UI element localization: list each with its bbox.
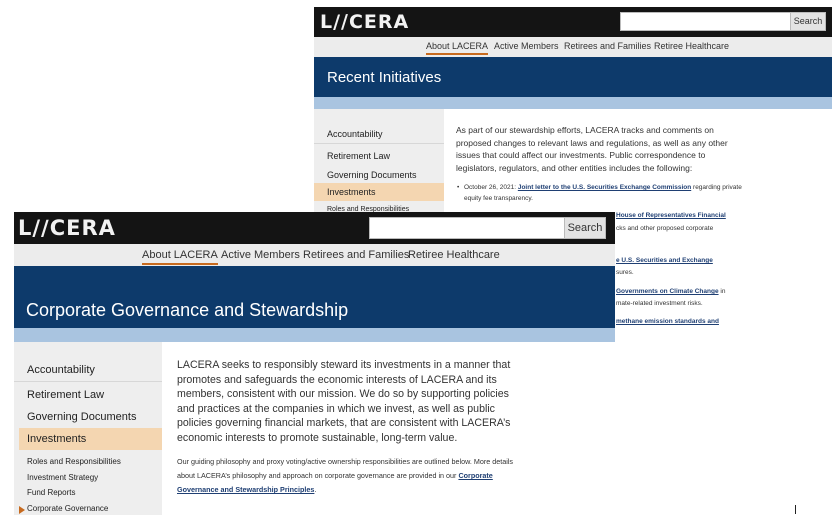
guiding-philosophy-paragraph: Our guiding philosophy and proxy voting/… [177, 457, 514, 494]
page-banner: Recent Initiatives [314, 57, 832, 97]
search-input[interactable] [620, 12, 797, 31]
main-nav: About LACERA Active Members Retirees and… [314, 37, 832, 57]
sidebar-item-accountability[interactable]: Accountability [27, 364, 95, 376]
sidebar-subitem-roles[interactable]: Roles and Responsibilities [27, 457, 121, 466]
nav-active-members[interactable]: Active Members [494, 41, 559, 51]
header-bar: L/∕CERA Search [314, 7, 832, 37]
peek-line: cks and other proposed corporate [616, 225, 714, 232]
header-bar: L/∕CERA Search [14, 212, 615, 244]
intro-paragraph: As part of our stewardship efforts, LACE… [456, 125, 728, 173]
page-banner: Corporate Governance and Stewardship [14, 266, 615, 328]
sec-link[interactable]: e U.S. Securities and Exchange [616, 257, 713, 264]
sidebar-subitem-corporate-governance[interactable]: Corporate Governance [18, 504, 108, 514]
banner-stripe [314, 97, 832, 109]
nav-about[interactable]: About LACERA [142, 249, 218, 265]
banner-stripe [14, 328, 615, 342]
bullet-dot: • [457, 184, 460, 191]
sidebar-item-retirement-law[interactable]: Retirement Law [327, 151, 390, 161]
nav-retirees[interactable]: Retirees and Families [303, 249, 409, 261]
sidebar-item-investments[interactable]: Investments [19, 428, 162, 450]
sidebar-item-governing-documents[interactable]: Governing Documents [27, 411, 136, 423]
lacera-logo[interactable]: L/∕CERA [18, 216, 116, 240]
page-title: Corporate Governance and Stewardship [26, 300, 349, 320]
search-button[interactable]: Search [790, 12, 826, 31]
main-nav: About LACERA Active Members Retirees and… [14, 244, 615, 266]
bullet-item: • October 26, 2021: Joint letter to the … [457, 184, 742, 202]
lacera-logo[interactable]: L/∕CERA [320, 11, 409, 33]
peek-line: e U.S. Securities and Exchange [616, 257, 713, 264]
sidebar-subitem-fund-reports[interactable]: Fund Reports [27, 488, 75, 497]
peek-line: methane emission standards and [616, 318, 719, 325]
search-input[interactable] [369, 217, 569, 239]
page-title: Recent Initiatives [327, 69, 442, 86]
foreground-screenshot: L/∕CERA Search About LACERA Active Membe… [14, 212, 615, 515]
sidebar-item-investments[interactable]: Investments [314, 183, 444, 201]
peek-line: House of Representatives Financial [616, 212, 726, 219]
intro-paragraph: LACERA seeks to responsibly steward its … [177, 359, 511, 444]
methane-link[interactable]: methane emission standards and [616, 318, 719, 325]
divider [314, 143, 444, 144]
nav-healthcare[interactable]: Retiree Healthcare [408, 249, 500, 261]
peek-line: sures. [616, 269, 634, 276]
sidebar: Accountability Retirement Law Governing … [14, 342, 162, 515]
sidebar-subitem-investment-strategy[interactable]: Investment Strategy [27, 473, 98, 482]
nav-retirees[interactable]: Retirees and Families [564, 41, 651, 51]
nav-about[interactable]: About LACERA [426, 41, 489, 55]
nav-active-members[interactable]: Active Members [221, 249, 300, 261]
nav-healthcare[interactable]: Retiree Healthcare [654, 41, 729, 51]
joint-letter-link[interactable]: Joint letter to the U.S. Securities Exch… [518, 184, 691, 191]
house-representatives-link[interactable]: House of Representatives Financial [616, 212, 726, 219]
peek-line: Governments on Climate Change in [616, 288, 726, 295]
text-cursor [795, 505, 796, 514]
divider [14, 381, 162, 382]
sidebar-item-governing-documents[interactable]: Governing Documents [327, 170, 417, 180]
climate-change-link[interactable]: Governments on Climate Change [616, 288, 719, 295]
sidebar-item-retirement-law[interactable]: Retirement Law [27, 389, 104, 401]
peek-line: mate-related investment risks. [616, 300, 703, 307]
sidebar-item-accountability[interactable]: Accountability [327, 129, 383, 139]
search-button[interactable]: Search [564, 217, 606, 239]
